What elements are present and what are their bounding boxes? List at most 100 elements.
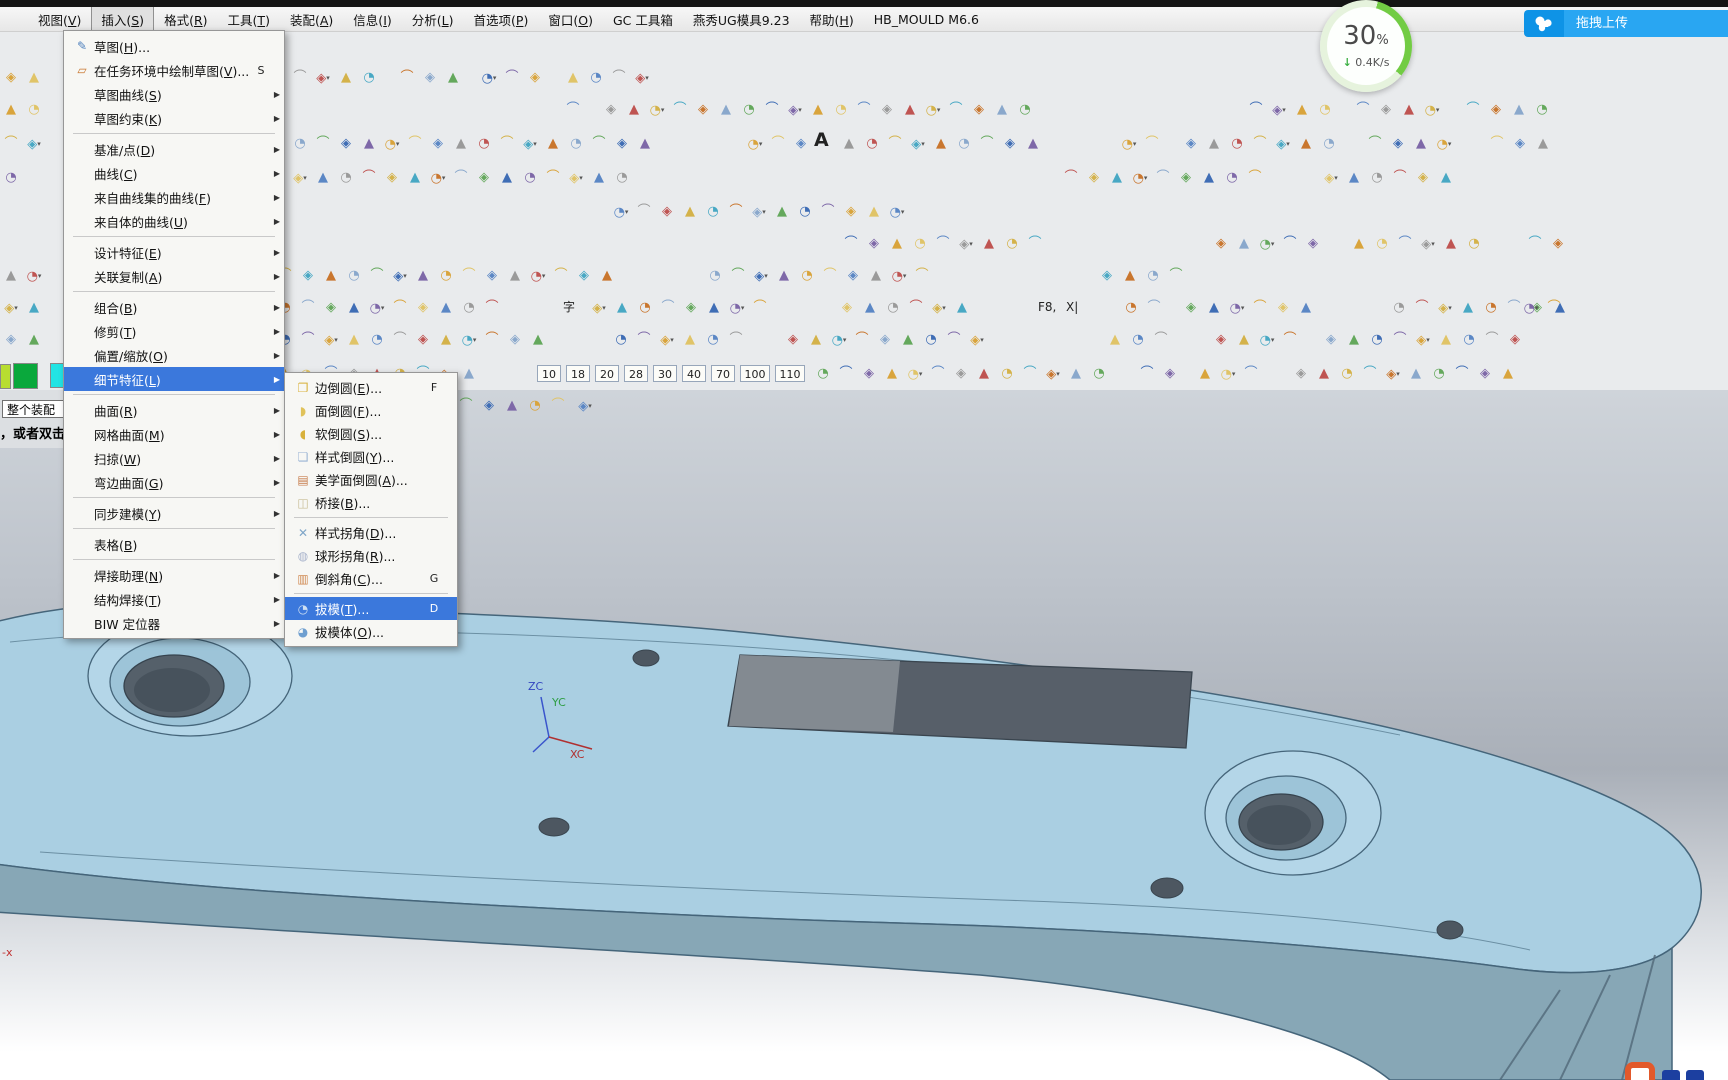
insert-menu-item-7[interactable]: 曲线(C)▶ xyxy=(64,161,284,185)
toolbar-icon[interactable]: ◈ xyxy=(858,362,880,386)
insert-menu-item-2[interactable]: ▱在任务环境中绘制草图(V)...S xyxy=(64,58,284,82)
insert-menu-item-28[interactable]: 焊接助理(N)▶ xyxy=(64,563,284,587)
toolbar-icon[interactable]: ◈ xyxy=(1485,98,1507,122)
toolbar-icon[interactable]: ⌒ xyxy=(550,264,572,288)
toolbar-icon[interactable]: ⌒ xyxy=(761,98,783,122)
toolbar-icon[interactable]: ◈ xyxy=(1159,362,1181,386)
toolbar-icon[interactable]: ◈ xyxy=(335,132,357,156)
toolbar-icon[interactable]: ◈▾ xyxy=(966,328,988,352)
toolbar-icon[interactable]: ▲ xyxy=(1106,166,1128,190)
toolbar-icon[interactable]: ▲ xyxy=(897,328,919,352)
detail-submenu-item-12[interactable]: ◔拔模(T)...D xyxy=(285,597,457,620)
toolbar-icon[interactable]: ◔▾ xyxy=(886,200,908,224)
color-swatch-2[interactable] xyxy=(13,363,38,389)
toolbar-icon[interactable]: ⌒ xyxy=(819,264,841,288)
toolbar-icon[interactable]: ◔ xyxy=(1127,328,1149,352)
toolbar-icon[interactable]: ⌒ xyxy=(1481,328,1503,352)
right-boss[interactable] xyxy=(1205,751,1381,875)
toolbar-icon[interactable]: ◈▾ xyxy=(955,232,977,256)
toolbar-icon[interactable]: ◈▾ xyxy=(320,328,342,352)
toolbar-icon[interactable]: ◔ xyxy=(920,328,942,352)
toolbar-icon[interactable]: ⌒ xyxy=(1240,362,1262,386)
toolbar-icon[interactable]: ⌒ xyxy=(1019,362,1041,386)
toolbar-icon[interactable]: ⌒ xyxy=(588,132,610,156)
toolbar-icon[interactable]: ⌒ xyxy=(389,328,411,352)
toolbar-icon[interactable]: ◈ xyxy=(427,132,449,156)
toolbar-icon[interactable]: ⌒ xyxy=(633,200,655,224)
toolbar-icon[interactable]: ◔ xyxy=(473,132,495,156)
toolbar-icon[interactable]: ◈ xyxy=(1272,296,1294,320)
toolbar-icon[interactable]: ▲ xyxy=(991,98,1013,122)
toolbar-icon[interactable]: ◈▾ xyxy=(1382,362,1404,386)
toolbar-icon[interactable]: ▲ xyxy=(496,166,518,190)
toolbar-icon[interactable]: ▲ xyxy=(1508,98,1530,122)
detail-submenu-item-3[interactable]: ◖软倒圆(S)... xyxy=(285,422,457,445)
toolbar-icon[interactable]: ▲ xyxy=(335,66,357,90)
toolbar-icon[interactable]: ◔ xyxy=(435,264,457,288)
toolbar-icon[interactable]: ▲ xyxy=(1295,132,1317,156)
toolbar-icon[interactable]: ◔▾ xyxy=(1129,166,1151,190)
insert-menu-item-1[interactable]: ✎草图(H)... xyxy=(64,34,284,58)
toolbar-icon[interactable]: ◔ xyxy=(704,264,726,288)
toolbar-icon[interactable]: ◔ xyxy=(1318,132,1340,156)
toolbar-icon[interactable]: ⌒ xyxy=(911,264,933,288)
toolbar-icon[interactable]: ▲ xyxy=(1119,264,1141,288)
toolbar-icon[interactable]: ⌒ xyxy=(297,296,319,320)
toolbar-icon[interactable]: ⌒ xyxy=(1165,264,1187,288)
toolbar-icon[interactable]: ◈ xyxy=(412,328,434,352)
insert-menu-item-20[interactable]: 网格曲面(M)▶ xyxy=(64,422,284,446)
toolbar-icon[interactable]: ▲ xyxy=(859,296,881,320)
toolbar-icon[interactable]: ⌒ xyxy=(976,132,998,156)
toolbar-icon[interactable]: ◔ xyxy=(1531,98,1553,122)
toolbar-icon[interactable]: ▲ xyxy=(703,296,725,320)
toolbar-icon[interactable]: ◔▾ xyxy=(1520,296,1542,320)
toolbar-icon[interactable]: ◔▾ xyxy=(888,264,910,288)
toolbar-icon[interactable]: ◈ xyxy=(0,328,22,352)
radius-preset-button-70[interactable]: 70 xyxy=(711,365,735,382)
toolbar-icon[interactable]: ⌒ xyxy=(404,132,426,156)
toolbar-icon[interactable]: ▲ xyxy=(23,296,45,320)
toolbar-icon[interactable]: ◔ xyxy=(1120,296,1142,320)
toolbar-icon[interactable]: ▲ xyxy=(973,362,995,386)
toolbar-icon[interactable]: ◔ xyxy=(289,132,311,156)
insert-menu-item-9[interactable]: 来自体的曲线(U)▶ xyxy=(64,209,284,233)
toolbar-icon[interactable]: ▲ xyxy=(1440,232,1462,256)
toolbar-icon[interactable]: ◈▾ xyxy=(565,166,587,190)
toolbar-icon[interactable]: ◔ xyxy=(1088,362,1110,386)
toolbar-icon[interactable]: ⌒ xyxy=(501,66,523,90)
toolbar-icon[interactable]: ◔ xyxy=(1314,98,1336,122)
toolbar-icon[interactable]: ◈ xyxy=(842,264,864,288)
toolbar-icon[interactable]: ◈ xyxy=(968,98,990,122)
toolbar-icon[interactable]: ▲ xyxy=(442,66,464,90)
toolbar-icon[interactable]: ▲ xyxy=(1457,296,1479,320)
toolbar-icon[interactable]: ◔ xyxy=(1458,328,1480,352)
toolbar-icon[interactable]: ◔ xyxy=(366,328,388,352)
toolbar-icon[interactable]: ◔ xyxy=(1463,232,1485,256)
netdisk-progress-badge[interactable]: 30% ↓ 0.4K/s xyxy=(1320,0,1412,92)
toolbar-icon[interactable]: ◈ xyxy=(1547,232,1569,256)
toolbar-icon[interactable]: ▲ xyxy=(450,132,472,156)
toolbar-icon[interactable]: ◈▾ xyxy=(519,132,541,156)
insert-menu-item-29[interactable]: 结构焊接(T)▶ xyxy=(64,587,284,611)
toolbar-icon[interactable]: ▲ xyxy=(951,296,973,320)
toolbar-icon[interactable]: ▲ xyxy=(501,394,523,418)
toolbar-icon[interactable]: ◈▾ xyxy=(750,264,772,288)
toolbar-icon[interactable]: ⌒ xyxy=(1389,166,1411,190)
toolbar-icon[interactable]: ◈ xyxy=(611,132,633,156)
toolbar-icon[interactable]: ⌒ xyxy=(851,328,873,352)
toolbar-icon[interactable]: ◈▾ xyxy=(1434,296,1456,320)
insert-menu-item-17[interactable]: 细节特征(L)▶ xyxy=(64,367,284,391)
toolbar-icon[interactable]: ◔ xyxy=(1388,296,1410,320)
toolbar-icon[interactable]: ◔ xyxy=(343,264,365,288)
menubar-item-4[interactable]: 工具(T) xyxy=(218,6,280,33)
insert-menu-item-21[interactable]: 扫掠(W)▶ xyxy=(64,446,284,470)
toolbar-icon[interactable]: ▲ xyxy=(1233,232,1255,256)
insert-menu-item-22[interactable]: 弯边曲面(G)▶ xyxy=(64,470,284,494)
toolbar-icon[interactable]: ◔ xyxy=(1221,166,1243,190)
toolbar-icon[interactable]: ◔ xyxy=(358,66,380,90)
toolbar-icon[interactable]: ⌒ xyxy=(1451,362,1473,386)
toolbar-icon[interactable]: ◔▾ xyxy=(744,132,766,156)
toolbar-icon[interactable]: ◈▾ xyxy=(289,166,311,190)
radius-preset-button-30[interactable]: 30 xyxy=(653,365,677,382)
toolbar-icon[interactable]: ⌒ xyxy=(669,98,691,122)
